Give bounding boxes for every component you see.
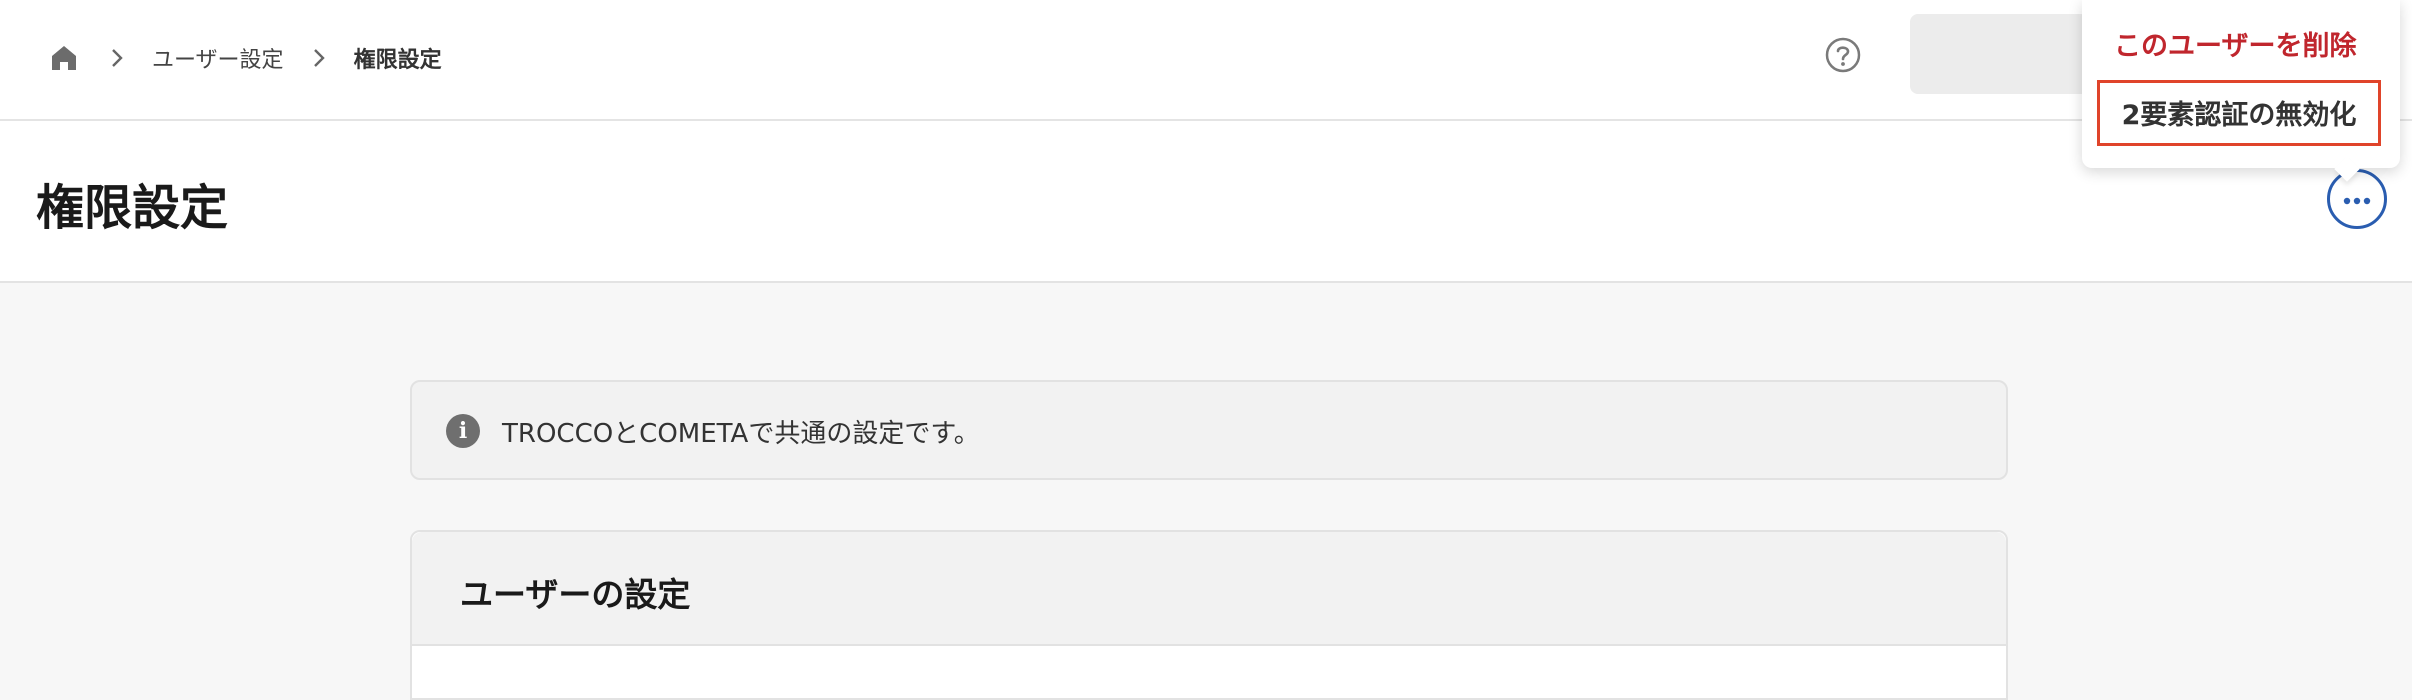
top-bar: ユーザー設定 権限設定: [0, 0, 2412, 121]
chevron-right-icon: [308, 47, 330, 69]
user-settings-card: ユーザーの設定: [410, 530, 2008, 700]
info-icon: i: [446, 414, 480, 448]
user-menu-area[interactable]: [1910, 14, 2100, 94]
breadcrumb-user-settings[interactable]: ユーザー設定: [152, 42, 284, 74]
more-actions-button[interactable]: [2327, 169, 2387, 229]
breadcrumb-current: 権限設定: [353, 48, 442, 73]
delete-user-menu-item[interactable]: このユーザーを削除: [2114, 24, 2356, 63]
info-message: TROCCOとCOMETAで共通の設定です。: [502, 419, 980, 449]
card-header: ユーザーの設定: [412, 532, 2006, 646]
home-icon[interactable]: [46, 40, 82, 76]
actions-dropdown-menu: このユーザーを削除 2要素認証の無効化: [2082, 0, 2400, 168]
page-title: 権限設定: [36, 180, 229, 236]
info-notice: i TROCCOとCOMETAで共通の設定です。: [410, 380, 2008, 480]
card-title: ユーザーの設定: [460, 575, 691, 614]
chevron-right-icon: [106, 47, 128, 69]
breadcrumb: ユーザー設定 権限設定: [46, 38, 442, 78]
more-horizontal-icon: [2342, 190, 2372, 209]
help-icon[interactable]: [1824, 36, 1862, 74]
page-header: [0, 121, 2412, 283]
disable-2fa-menu-item[interactable]: 2要素認証の無効化: [2097, 80, 2381, 146]
